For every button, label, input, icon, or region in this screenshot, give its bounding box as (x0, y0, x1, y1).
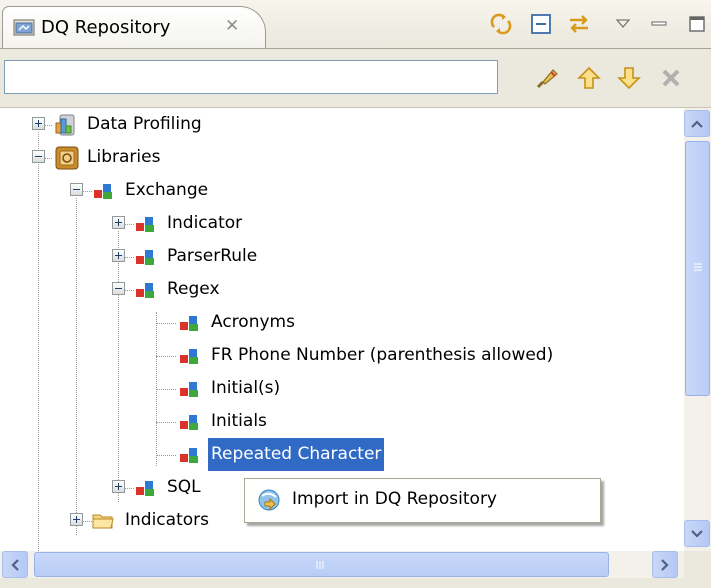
dq-repository-view: DQ Repository ✕ Data Profiling Libraries… (0, 0, 711, 588)
grip-icon (694, 263, 702, 271)
tree-connector (156, 422, 176, 423)
libraries-icon (55, 146, 79, 170)
move-up-icon[interactable] (574, 63, 604, 93)
clear-filter-icon[interactable] (532, 63, 562, 93)
tree-item-label: Initials (211, 411, 267, 431)
exchange-folder-icon (136, 283, 154, 298)
vertical-scrollbar[interactable] (684, 108, 711, 551)
tree-item-label: Indicators (125, 510, 209, 530)
exchange-folder-icon (136, 217, 154, 232)
tree-connector (44, 125, 52, 126)
exchange-item-icon (180, 415, 198, 430)
data-profiling-icon (55, 114, 75, 136)
minimize-icon[interactable] (646, 11, 672, 37)
menu-item-label: Import in DQ Repository (292, 489, 497, 509)
collapse-icon[interactable] (112, 282, 125, 295)
horizontal-scrollbar[interactable] (0, 551, 684, 578)
filter-input[interactable] (4, 60, 498, 94)
dq-repository-icon (13, 19, 35, 36)
remove-icon[interactable] (656, 63, 686, 93)
tree-connector (44, 158, 52, 159)
tab-dq-repository[interactable]: DQ Repository ✕ (2, 6, 266, 48)
collapse-icon[interactable] (32, 150, 45, 163)
tree-connector (124, 290, 134, 291)
view-menu-icon[interactable] (610, 11, 636, 37)
tree-item-label: Acronyms (211, 312, 295, 332)
exchange-item-icon (180, 349, 198, 364)
view-header: DQ Repository ✕ (0, 0, 711, 49)
menu-item-import-in-dq-repository[interactable]: Import in DQ Repository (247, 481, 598, 518)
scroll-right-button[interactable] (652, 551, 678, 578)
view-bottom-border (0, 578, 711, 588)
tree-item-label: Libraries (87, 147, 161, 167)
import-icon (258, 489, 280, 511)
exchange-folder-icon (136, 250, 154, 265)
chevron-left-icon (11, 558, 19, 571)
move-down-icon[interactable] (614, 63, 644, 93)
tree-connector (156, 389, 176, 390)
view-title: DQ Repository (41, 17, 171, 38)
tree-connector (156, 323, 176, 324)
tree-item-label: Regex (167, 279, 220, 299)
exchange-item-icon (180, 448, 198, 463)
tree-connector (124, 488, 134, 489)
tree-item-label: FR Phone Number (parenthesis allowed) (211, 345, 554, 365)
tree-connector (82, 521, 92, 522)
tree-connector (156, 356, 176, 357)
vertical-scroll-thumb[interactable] (685, 141, 710, 396)
folder-icon (92, 514, 114, 529)
scroll-down-button[interactable] (684, 520, 710, 547)
chevron-up-icon (691, 119, 703, 128)
expand-icon[interactable] (112, 480, 125, 493)
exchange-item-icon (180, 382, 198, 397)
scroll-left-button[interactable] (2, 551, 28, 578)
tree-item-label: ParserRule (167, 246, 258, 266)
maximize-icon[interactable] (684, 11, 710, 37)
tree-connector (118, 231, 119, 502)
collapse-icon[interactable] (70, 183, 83, 196)
scrollbar-corner (684, 551, 711, 578)
collapse-all-icon[interactable] (528, 11, 554, 37)
tree-item-label: Data Profiling (87, 114, 202, 134)
tree-item-label: Exchange (125, 180, 209, 200)
chevron-right-icon (661, 558, 669, 571)
tree-item-label-selected: Repeated Character (208, 438, 385, 471)
scroll-up-button[interactable] (684, 110, 710, 137)
refresh-icon[interactable] (566, 11, 592, 37)
chevron-down-icon (691, 529, 703, 538)
tree-connector (38, 132, 39, 551)
tree-item-label: SQL (167, 477, 201, 497)
expand-icon[interactable] (112, 249, 125, 262)
tree-item-label: Initial(s) (211, 378, 281, 398)
exchange-folder-icon (136, 481, 154, 496)
tree-connector (82, 191, 92, 192)
tree-item-label: Indicator (167, 213, 243, 233)
tree-connector (76, 198, 77, 535)
exchange-item-icon (180, 316, 198, 331)
expand-icon[interactable] (112, 216, 125, 229)
exchange-icon (94, 184, 112, 199)
tree-connector (124, 257, 134, 258)
tree-connector (124, 224, 134, 225)
grip-icon (316, 561, 324, 569)
expand-icon[interactable] (32, 117, 45, 130)
expand-icon[interactable] (70, 513, 83, 526)
close-icon[interactable]: ✕ (225, 16, 239, 36)
context-menu: Import in DQ Repository (244, 478, 601, 523)
tree-connector (156, 455, 176, 456)
filter-bar (0, 49, 711, 108)
horizontal-scroll-thumb[interactable] (34, 552, 609, 577)
link-with-editor-icon[interactable] (488, 11, 514, 37)
